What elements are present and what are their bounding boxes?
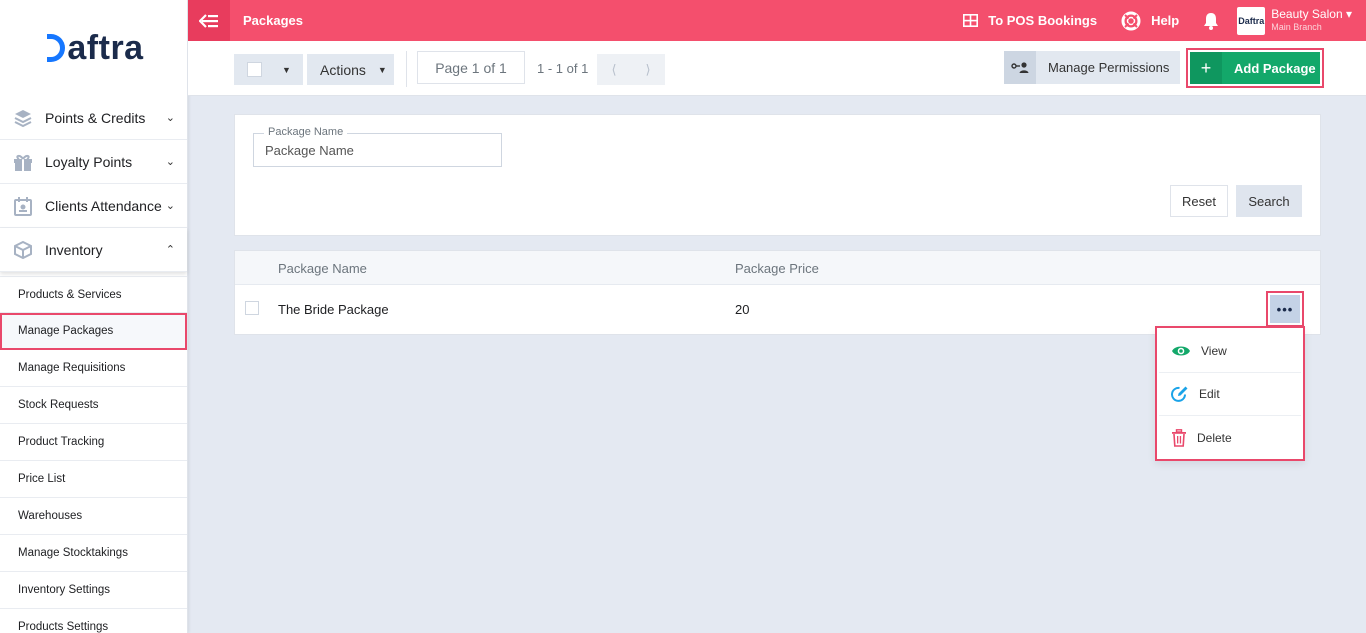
logo-text: aftra <box>43 29 143 68</box>
next-page-icon[interactable]: ⟩ <box>645 62 650 78</box>
page-indicator[interactable]: Page 1 of 1 <box>417 51 525 84</box>
page-title: Packages <box>243 13 303 28</box>
inventory-submenu: Products & Services Manage Packages Mana… <box>0 276 187 633</box>
pos-bookings-label: To POS Bookings <box>988 13 1098 28</box>
menu-item-delete[interactable]: Delete <box>1159 416 1301 459</box>
manage-permissions-label: Manage Permissions <box>1048 60 1170 75</box>
account-text: Beauty Salon ▾ Main Branch <box>1271 7 1352 33</box>
sidebar-item-inventory[interactable]: Inventory ⌃ <box>0 228 187 272</box>
bell-icon <box>1204 12 1219 30</box>
sidebar-item-loyalty-points[interactable]: Loyalty Points ⌄ <box>0 140 187 184</box>
sidebar-item-label: Clients Attendance <box>45 197 162 214</box>
sidebar: aftra Points & Credits ⌄ Loyalty Points … <box>0 0 188 633</box>
sidebar-item-label: Loyalty Points <box>45 153 133 170</box>
lifebuoy-icon <box>1121 11 1141 30</box>
search-filter-panel: Package Name Reset Search <box>234 114 1321 236</box>
sidebar-item-clients-attendance[interactable]: Clients Attendance ⌄ <box>0 184 187 228</box>
sidebar-item-label: Inventory <box>45 241 103 258</box>
logo[interactable]: aftra <box>0 0 187 96</box>
account-branch: Main Branch <box>1271 22 1322 33</box>
help-link[interactable]: Help <box>1121 11 1179 31</box>
add-package-highlight: + Add Package <box>1186 48 1324 88</box>
package-name-input[interactable] <box>254 134 501 166</box>
logo-mark-icon <box>47 33 66 62</box>
caret-down-icon: ▼ <box>377 64 387 75</box>
layers-icon <box>12 107 34 129</box>
menu-item-label: Edit <box>1199 387 1220 401</box>
row-actions-highlight: ••• <box>1266 291 1304 327</box>
menu-item-label: Delete <box>1197 430 1232 445</box>
reset-button[interactable]: Reset <box>1170 185 1228 217</box>
edit-icon <box>1171 386 1188 402</box>
calendar-icon <box>12 195 34 217</box>
trash-icon <box>1172 428 1186 447</box>
select-all-checkbox[interactable] <box>247 62 262 77</box>
caret-down-icon: ▾ <box>1345 7 1352 22</box>
grid-icon <box>963 14 979 27</box>
top-right-group: To POS Bookings Help Daftra Beauty Salon… <box>963 0 1366 41</box>
plus-icon: + <box>1190 52 1222 84</box>
more-dots-icon: ••• <box>1276 301 1294 317</box>
add-package-button[interactable]: + Add Package <box>1190 52 1320 84</box>
toolbar: ▼ Actions ▼ Page 1 of 1 1 - 1 of 1 ⟨ ⟩ M… <box>188 41 1366 96</box>
sidebar-subitem-manage-packages[interactable]: Manage Packages <box>0 313 187 350</box>
pagination-nav: ⟨ ⟩ <box>597 54 665 85</box>
caret-down-icon: ▼ <box>282 64 291 75</box>
account-logo: Daftra <box>1237 6 1266 35</box>
chevron-down-icon: ⌄ <box>165 200 175 212</box>
prev-page-icon[interactable]: ⟨ <box>611 62 616 78</box>
eye-icon <box>1172 346 1190 356</box>
sidebar-subitem-manage-requisitions[interactable]: Manage Requisitions <box>0 350 187 387</box>
account-name: Beauty Salon ▾ <box>1271 7 1352 22</box>
sidebar-subitem-warehouses[interactable]: Warehouses <box>0 498 187 535</box>
row-actions-menu: View Edit Delete <box>1155 326 1305 461</box>
sidebar-subitem-manage-stocktakings[interactable]: Manage Stocktakings <box>0 535 187 572</box>
arrow-left-menu-icon <box>199 13 218 28</box>
account-menu[interactable]: Daftra Beauty Salon ▾ Main Branch <box>1237 6 1352 35</box>
package-name-field: Package Name <box>253 126 502 167</box>
gift-icon <box>12 151 34 173</box>
user-key-icon <box>1004 51 1036 84</box>
notifications-button[interactable] <box>1203 12 1219 30</box>
sidebar-item-points-credits[interactable]: Points & Credits ⌄ <box>0 96 187 140</box>
sidebar-subitem-stock-requests[interactable]: Stock Requests <box>0 387 187 424</box>
column-header-package-name[interactable]: Package Name <box>278 261 367 276</box>
menu-item-edit[interactable]: Edit <box>1159 373 1301 416</box>
collapse-sidebar-button[interactable] <box>188 0 230 41</box>
search-button[interactable]: Search <box>1236 185 1302 217</box>
sidebar-subitem-price-list[interactable]: Price List <box>0 461 187 498</box>
sidebar-subitem-products-settings[interactable]: Products Settings <box>0 609 187 633</box>
row-actions-button[interactable]: ••• <box>1270 295 1300 323</box>
row-checkbox[interactable] <box>245 301 259 315</box>
record-range: 1 - 1 of 1 <box>537 61 589 76</box>
package-price-cell: 20 <box>735 302 750 317</box>
actions-dropdown[interactable]: Actions ▼ <box>307 54 394 85</box>
package-name-cell[interactable]: The Bride Package <box>278 302 389 317</box>
chevron-down-icon: ⌄ <box>165 156 175 168</box>
table-header: Package Name Package Price <box>235 251 1320 285</box>
package-name-field-label: Package Name <box>264 126 348 138</box>
menu-item-label: View <box>1201 344 1227 358</box>
sidebar-subitem-products-services[interactable]: Products & Services <box>0 276 187 313</box>
actions-label: Actions <box>320 61 366 78</box>
select-all-dropdown[interactable]: ▼ <box>234 54 303 85</box>
chevron-up-icon: ⌃ <box>165 244 175 256</box>
sidebar-item-label: Points & Credits <box>45 109 146 126</box>
pos-bookings-link[interactable]: To POS Bookings <box>963 13 1097 28</box>
chevron-down-icon: ⌄ <box>165 112 175 124</box>
packages-table: Package Name Package Price The Bride Pac… <box>234 250 1321 335</box>
top-bar: Packages To POS Bookings Help Daftra Bea… <box>188 0 1366 41</box>
help-label: Help <box>1151 13 1180 28</box>
menu-item-view[interactable]: View <box>1159 330 1301 373</box>
add-package-label: Add Package <box>1234 60 1316 76</box>
sidebar-subitem-inventory-settings[interactable]: Inventory Settings <box>0 572 187 609</box>
sidebar-subitem-product-tracking[interactable]: Product Tracking <box>0 424 187 461</box>
column-header-package-price[interactable]: Package Price <box>735 261 819 276</box>
box-icon <box>12 239 34 261</box>
toolbar-divider <box>406 51 407 87</box>
manage-permissions-button[interactable]: Manage Permissions <box>1004 51 1180 84</box>
